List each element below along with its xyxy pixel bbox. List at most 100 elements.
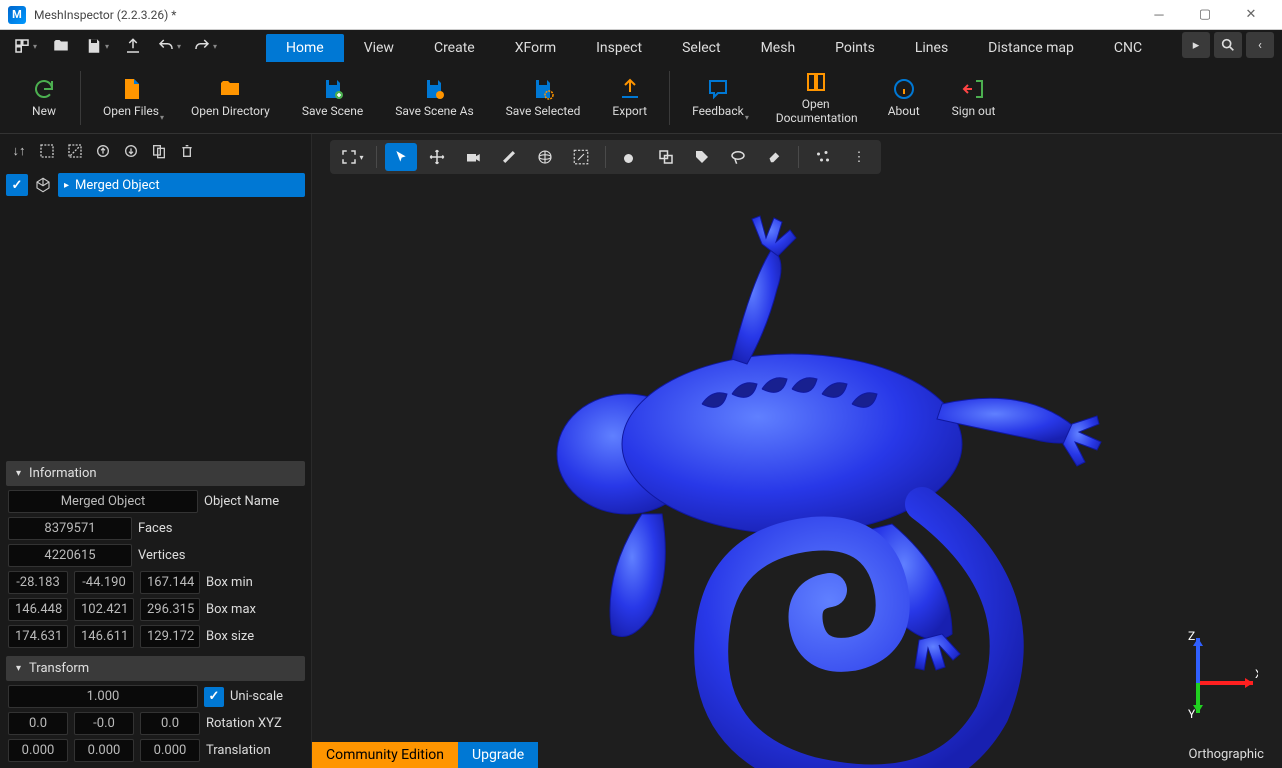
export-icon [618, 77, 642, 101]
rot-y[interactable]: -0.0 [74, 712, 134, 735]
tab-xform[interactable]: XForm [495, 34, 576, 62]
move-down-button[interactable] [120, 140, 142, 162]
tab-view[interactable]: View [344, 34, 414, 62]
open-folder-button[interactable] [44, 32, 78, 60]
maximize-button[interactable]: ▢ [1182, 0, 1228, 30]
save-scene-button[interactable]: Save Scene [286, 65, 379, 131]
faces-value: 8379571 [8, 517, 132, 540]
move-tool-button[interactable] [421, 143, 453, 171]
lasso-tool-button[interactable] [722, 143, 754, 171]
logout-icon [962, 77, 986, 101]
sort-button[interactable]: ↓↑ [8, 140, 30, 162]
tree-item-merged-object[interactable]: ▸ Merged Object [58, 173, 305, 197]
tab-select[interactable]: Select [662, 34, 740, 62]
vertices-value: 4220615 [8, 544, 132, 567]
open-docs-button[interactable]: Open Documentation [760, 65, 872, 131]
paint-tool-button[interactable] [614, 143, 646, 171]
tab-home[interactable]: Home [266, 34, 344, 62]
axis-gizmo[interactable]: X Y Z [1168, 628, 1258, 718]
delete-button[interactable] [176, 140, 198, 162]
scene-menu-button[interactable]: ▾ [8, 32, 42, 60]
object-name-value: Merged Object [8, 490, 198, 513]
vertices-label: Vertices [138, 548, 185, 563]
boxsize-label: Box size [206, 629, 254, 644]
viewport[interactable]: ▾ ⋮ [312, 134, 1282, 768]
new-button[interactable]: New [14, 65, 74, 131]
left-panel: ↓↑ ✓ ▸ Merged Object ▾ Informati [0, 134, 312, 768]
save-button[interactable]: ▾ [80, 32, 114, 60]
redo-button[interactable]: ▾ [188, 32, 222, 60]
uniscale-checkbox[interactable]: ✓ [204, 687, 224, 707]
select-tool-button[interactable] [385, 143, 417, 171]
search-button[interactable] [1214, 32, 1242, 58]
tab-mesh[interactable]: Mesh [741, 34, 816, 62]
main-area: ↓↑ ✓ ▸ Merged Object ▾ Informati [0, 134, 1282, 768]
information-header[interactable]: ▾ Information [6, 461, 305, 486]
refresh-icon [32, 77, 56, 101]
tab-distance-map[interactable]: Distance map [968, 34, 1094, 62]
trans-z[interactable]: 0.000 [140, 739, 200, 762]
points-tool-button[interactable] [807, 143, 839, 171]
transform-section: ▾ Transform 1.000 ✓ Uni-scale 0.0 -0.0 0… [6, 656, 305, 766]
viewport-toolbar: ▾ ⋮ [330, 140, 881, 174]
deselect-button[interactable] [64, 140, 86, 162]
close-button[interactable]: ✕ [1228, 0, 1274, 30]
trans-x[interactable]: 0.000 [8, 739, 68, 762]
tab-points[interactable]: Points [815, 34, 895, 62]
plane-tool-button[interactable] [493, 143, 525, 171]
tree-row-merged[interactable]: ✓ ▸ Merged Object [6, 172, 305, 198]
measure-tool-button[interactable] [565, 143, 597, 171]
tree-item-label: Merged Object [75, 178, 160, 193]
tab-create[interactable]: Create [414, 34, 495, 62]
uniscale-label: Uni-scale [230, 689, 283, 704]
layers-tool-button[interactable] [650, 143, 682, 171]
boxmin-label: Box min [206, 575, 253, 590]
open-files-button[interactable]: Open Files ▾ [87, 65, 175, 131]
trans-y[interactable]: 0.000 [74, 739, 134, 762]
boxmax-y: 102.421 [74, 598, 134, 621]
about-button[interactable]: About [872, 65, 936, 131]
ribbon-export-button[interactable]: Export [596, 65, 663, 131]
save-selected-icon [531, 77, 555, 101]
open-directory-button[interactable]: Open Directory [175, 65, 286, 131]
expand-icon[interactable]: ▸ [64, 180, 69, 191]
rot-x[interactable]: 0.0 [8, 712, 68, 735]
boxmax-x: 146.448 [8, 598, 68, 621]
svg-text:Y: Y [1188, 707, 1196, 718]
top-right-buttons: ▸ ‹ [1182, 32, 1274, 58]
undo-button[interactable]: ▾ [152, 32, 186, 60]
save-icon [321, 77, 345, 101]
more-tools-button[interactable]: ⋮ [843, 143, 875, 171]
export-button[interactable] [116, 32, 150, 60]
select-all-button[interactable] [36, 140, 58, 162]
tab-lines[interactable]: Lines [895, 34, 968, 62]
move-up-button[interactable] [92, 140, 114, 162]
app-logo-icon: M [8, 6, 26, 24]
erase-tool-button[interactable] [758, 143, 790, 171]
tag-tool-button[interactable] [686, 143, 718, 171]
edition-banner: Community Edition Upgrade [312, 742, 538, 768]
globe-tool-button[interactable] [529, 143, 561, 171]
fit-view-button[interactable]: ▾ [336, 143, 368, 171]
tab-cnc[interactable]: CNC [1094, 34, 1162, 62]
scale-input[interactable]: 1.000 [8, 685, 198, 708]
boxmin-y: -44.190 [74, 571, 134, 594]
visibility-checkbox[interactable]: ✓ [6, 174, 28, 196]
projection-label[interactable]: Orthographic [1189, 747, 1264, 762]
pin-button[interactable]: ▸ [1182, 32, 1210, 58]
upgrade-button[interactable]: Upgrade [458, 742, 538, 768]
save-selected-button[interactable]: Save Selected [490, 65, 597, 131]
tab-inspect[interactable]: Inspect [576, 34, 662, 62]
signout-button[interactable]: Sign out [936, 65, 1012, 131]
menu-bar: Home View Create XForm Inspect Select Me… [266, 30, 1162, 62]
feedback-button[interactable]: Feedback ▾ [676, 65, 760, 131]
rot-z[interactable]: 0.0 [140, 712, 200, 735]
collapse-button[interactable]: ‹ [1246, 32, 1274, 58]
save-scene-as-button[interactable]: Save Scene As [379, 65, 489, 131]
camera-tool-button[interactable] [457, 143, 489, 171]
transform-header[interactable]: ▾ Transform [6, 656, 305, 681]
save-as-icon [422, 77, 446, 101]
minimize-button[interactable]: ─ [1136, 0, 1182, 30]
chevron-down-icon: ▾ [16, 663, 21, 674]
duplicate-button[interactable] [148, 140, 170, 162]
